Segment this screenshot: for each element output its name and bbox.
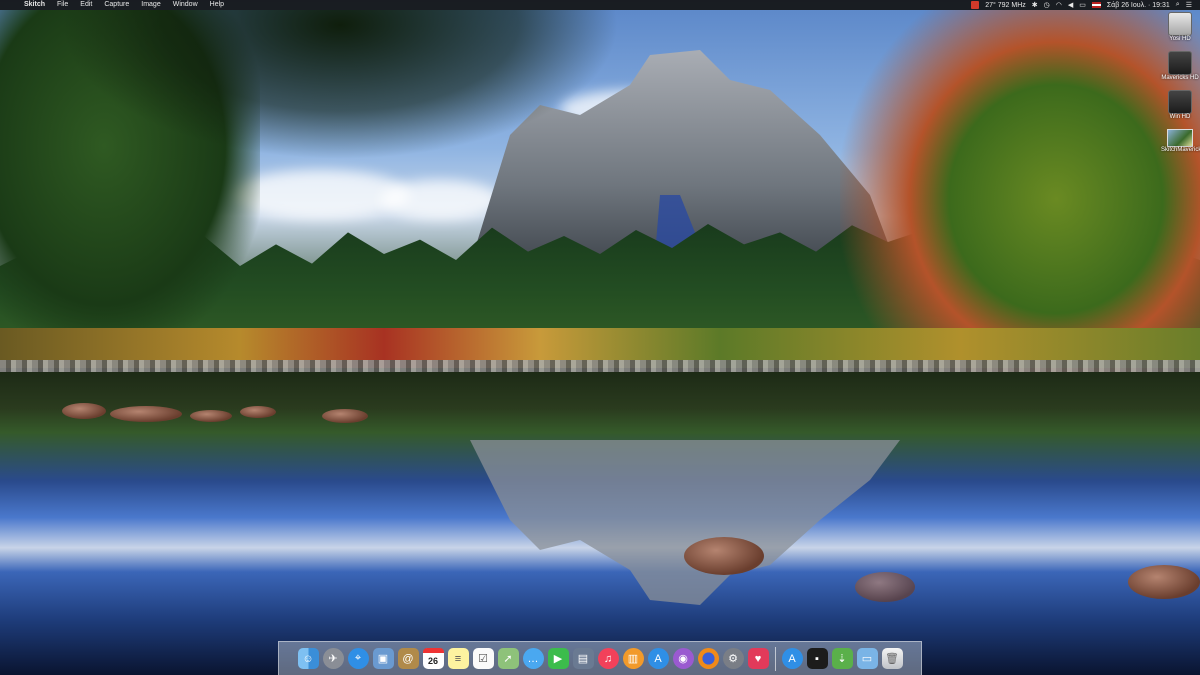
cpu-status[interactable]: 27° 792 MHz (985, 2, 1026, 9)
instruments-icon[interactable]: ◉ (672, 648, 694, 669)
messages-icon[interactable]: … (522, 648, 544, 669)
menu-help[interactable]: Help (204, 0, 230, 10)
wifi-icon[interactable]: ◠ (1056, 1, 1062, 9)
hard-drive-icon (1168, 90, 1192, 114)
system-preferences-icon[interactable]: ⚙ (722, 648, 744, 669)
input-source-flag-icon[interactable] (1091, 2, 1101, 8)
desktop-wallpaper (0, 0, 1200, 675)
archive-utility-icon[interactable]: ⇣ (831, 648, 853, 669)
time-machine-icon[interactable]: ◷ (1044, 1, 1050, 9)
maps-icon[interactable]: ➚ (497, 648, 519, 669)
app-menu[interactable]: Skitch (18, 0, 51, 10)
status-app-icon[interactable] (971, 1, 980, 9)
notification-center-icon[interactable]: ☰ (1186, 1, 1192, 9)
menu-capture[interactable]: Capture (98, 0, 135, 10)
itunes-icon[interactable]: ♫ (597, 648, 619, 669)
calendar-day: 26 (427, 655, 438, 666)
menu-file[interactable]: File (51, 0, 74, 10)
menu-window[interactable]: Window (167, 0, 204, 10)
desktop-icon-win-hd[interactable]: Win HD (1160, 90, 1200, 121)
preview-icon[interactable]: ▣ (372, 648, 394, 669)
image-file-icon (1167, 129, 1193, 147)
skitch-icon[interactable]: ♥ (747, 648, 769, 669)
hard-drive-icon (1168, 12, 1192, 36)
contacts-icon[interactable]: @ (397, 648, 419, 669)
ibooks-icon[interactable]: ▥ (622, 648, 644, 669)
launchpad-icon[interactable]: ✈ (322, 648, 344, 669)
facetime-icon[interactable]: ▶ (547, 648, 569, 669)
clock[interactable]: Σάβ 26 Ιουλ. · 19:31 (1107, 2, 1170, 9)
bluetooth-icon[interactable]: ✱ (1032, 1, 1038, 9)
desktop-icon-label: Win HD (1169, 114, 1191, 120)
dock: ☺ ✈ ⌖ ▣ @ 26 ≡ ☑ ➚ … ▶ ▤ ♫ ▥ A ◉ ⚙ ♥ A ▪… (278, 641, 922, 675)
battery-icon[interactable]: ▭ (1079, 1, 1086, 9)
desktop-icon-skitch-jpg[interactable]: SkitchMavericks.jpg (1160, 129, 1200, 154)
photo-booth-icon[interactable]: ▤ (572, 648, 594, 669)
terminal-icon[interactable]: ▪ (806, 648, 828, 669)
trash-icon[interactable]: 🗑 (881, 648, 903, 669)
desktop-icon-label: Yosi HD (1169, 36, 1191, 42)
volume-icon[interactable]: ◀ (1068, 1, 1073, 9)
spotlight-icon[interactable]: ⌕ (1176, 1, 1180, 9)
menu-image[interactable]: Image (135, 0, 166, 10)
reminders-icon[interactable]: ☑ (472, 648, 494, 669)
firefox-icon[interactable] (697, 648, 719, 669)
app-store-blue-icon[interactable]: A (781, 648, 803, 669)
status-area: 27° 792 MHz ✱ ◷ ◠ ◀ ▭ Σάβ 26 Ιουλ. · 19:… (971, 1, 1200, 9)
desktop-icons: Yosi HD Mavericks HD Win HD SkitchMaveri… (1160, 12, 1200, 162)
calendar-icon[interactable]: 26 (422, 648, 444, 669)
notes-icon[interactable]: ≡ (447, 648, 469, 669)
finder-icon[interactable]: ☺ (297, 648, 319, 669)
dock-separator (774, 646, 776, 671)
safari-icon[interactable]: ⌖ (347, 648, 369, 669)
hard-drive-icon (1168, 51, 1192, 75)
menu-edit[interactable]: Edit (74, 0, 98, 10)
app-store-icon[interactable]: A (647, 648, 669, 669)
menu-bar: Skitch File Edit Capture Image Window He… (0, 0, 1200, 10)
downloads-folder-icon[interactable]: ▭ (856, 648, 878, 669)
desktop-icon-yosi-hd[interactable]: Yosi HD (1160, 12, 1200, 43)
desktop-icon-label: SkitchMavericks.jpg (1161, 147, 1200, 153)
desktop-icon-label: Mavericks HD (1161, 75, 1199, 81)
desktop-icon-mavericks-hd[interactable]: Mavericks HD (1160, 51, 1200, 82)
